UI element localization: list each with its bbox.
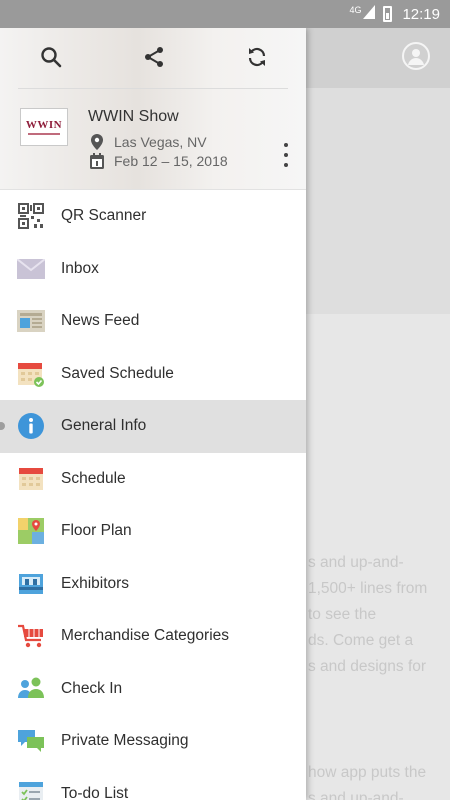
menu-item-label: Private Messaging — [61, 732, 189, 750]
menu-item-label: To-do List — [61, 784, 129, 800]
calendar-small-icon — [88, 153, 106, 169]
chat-bubbles-icon — [16, 726, 46, 756]
menu-item-label: QR Scanner — [61, 207, 147, 225]
menu-item-label: Merchandise Categories — [61, 627, 230, 645]
menu-item-saved-schedule[interactable]: Saved Schedule — [0, 348, 306, 401]
drawer-menu: QR Scanner Inbox News Feed Saved Schedul… — [0, 190, 306, 800]
qr-code-icon — [16, 201, 46, 231]
menu-item-floor-plan[interactable]: Floor Plan — [0, 505, 306, 558]
menu-item-schedule[interactable]: Schedule — [0, 453, 306, 506]
event-location: Las Vegas, NV — [88, 134, 207, 150]
menu-item-news-feed[interactable]: News Feed — [0, 295, 306, 348]
more-options-icon[interactable] — [282, 143, 290, 167]
people-icon — [16, 674, 46, 704]
envelope-icon — [16, 254, 46, 284]
menu-item-merchandise-categories[interactable]: Merchandise Categories — [0, 610, 306, 663]
menu-item-label: Exhibitors — [61, 574, 130, 592]
checklist-icon — [16, 779, 46, 800]
sync-icon[interactable] — [244, 44, 270, 70]
drawer-header: WWIN WWIN Show Las Vegas, NV Feb 12 – 15… — [0, 28, 306, 190]
map-icon — [16, 516, 46, 546]
info-icon — [16, 411, 46, 441]
network-type: 4G — [349, 5, 362, 15]
menu-item-qr-scanner[interactable]: QR Scanner — [0, 190, 306, 243]
calendar-icon — [16, 464, 46, 494]
status-bar: 4G 12:19 — [0, 0, 450, 28]
background-text: s and up-and- 1,500+ lines from to see t… — [308, 554, 428, 675]
battery-icon — [383, 6, 393, 22]
menu-item-label: General Info — [61, 417, 147, 435]
menu-item-to-do-list[interactable]: To-do List — [0, 768, 306, 800]
calendar-check-icon — [16, 359, 46, 389]
shopping-cart-icon — [16, 621, 46, 651]
menu-item-inbox[interactable]: Inbox — [0, 243, 306, 296]
menu-item-general-info[interactable]: General Info — [0, 400, 306, 453]
navigation-drawer: WWIN WWIN Show Las Vegas, NV Feb 12 – 15… — [0, 28, 306, 800]
location-pin-icon — [88, 134, 106, 150]
search-icon[interactable] — [38, 44, 64, 70]
menu-item-label: Inbox — [61, 259, 99, 277]
menu-item-private-messaging[interactable]: Private Messaging — [0, 715, 306, 768]
clock: 12:19 — [402, 5, 440, 23]
event-title: WWIN Show — [88, 108, 179, 125]
event-dates: Feb 12 – 15, 2018 — [88, 153, 228, 169]
active-indicator — [0, 422, 5, 430]
share-icon[interactable] — [141, 44, 167, 70]
menu-item-label: Floor Plan — [61, 522, 132, 540]
event-logo: WWIN — [20, 108, 68, 146]
menu-item-label: Saved Schedule — [61, 364, 174, 382]
signal-icon — [363, 5, 376, 23]
menu-item-label: News Feed — [61, 312, 140, 330]
menu-item-exhibitors[interactable]: Exhibitors — [0, 558, 306, 611]
background-text-2: how app puts the s and up-and- — [308, 764, 427, 800]
menu-item-label: Schedule — [61, 469, 126, 487]
header-divider — [18, 88, 288, 89]
menu-item-check-in[interactable]: Check In — [0, 663, 306, 716]
newspaper-icon — [16, 306, 46, 336]
profile-icon[interactable] — [402, 42, 430, 70]
menu-item-label: Check In — [61, 679, 123, 697]
booth-icon — [16, 569, 46, 599]
